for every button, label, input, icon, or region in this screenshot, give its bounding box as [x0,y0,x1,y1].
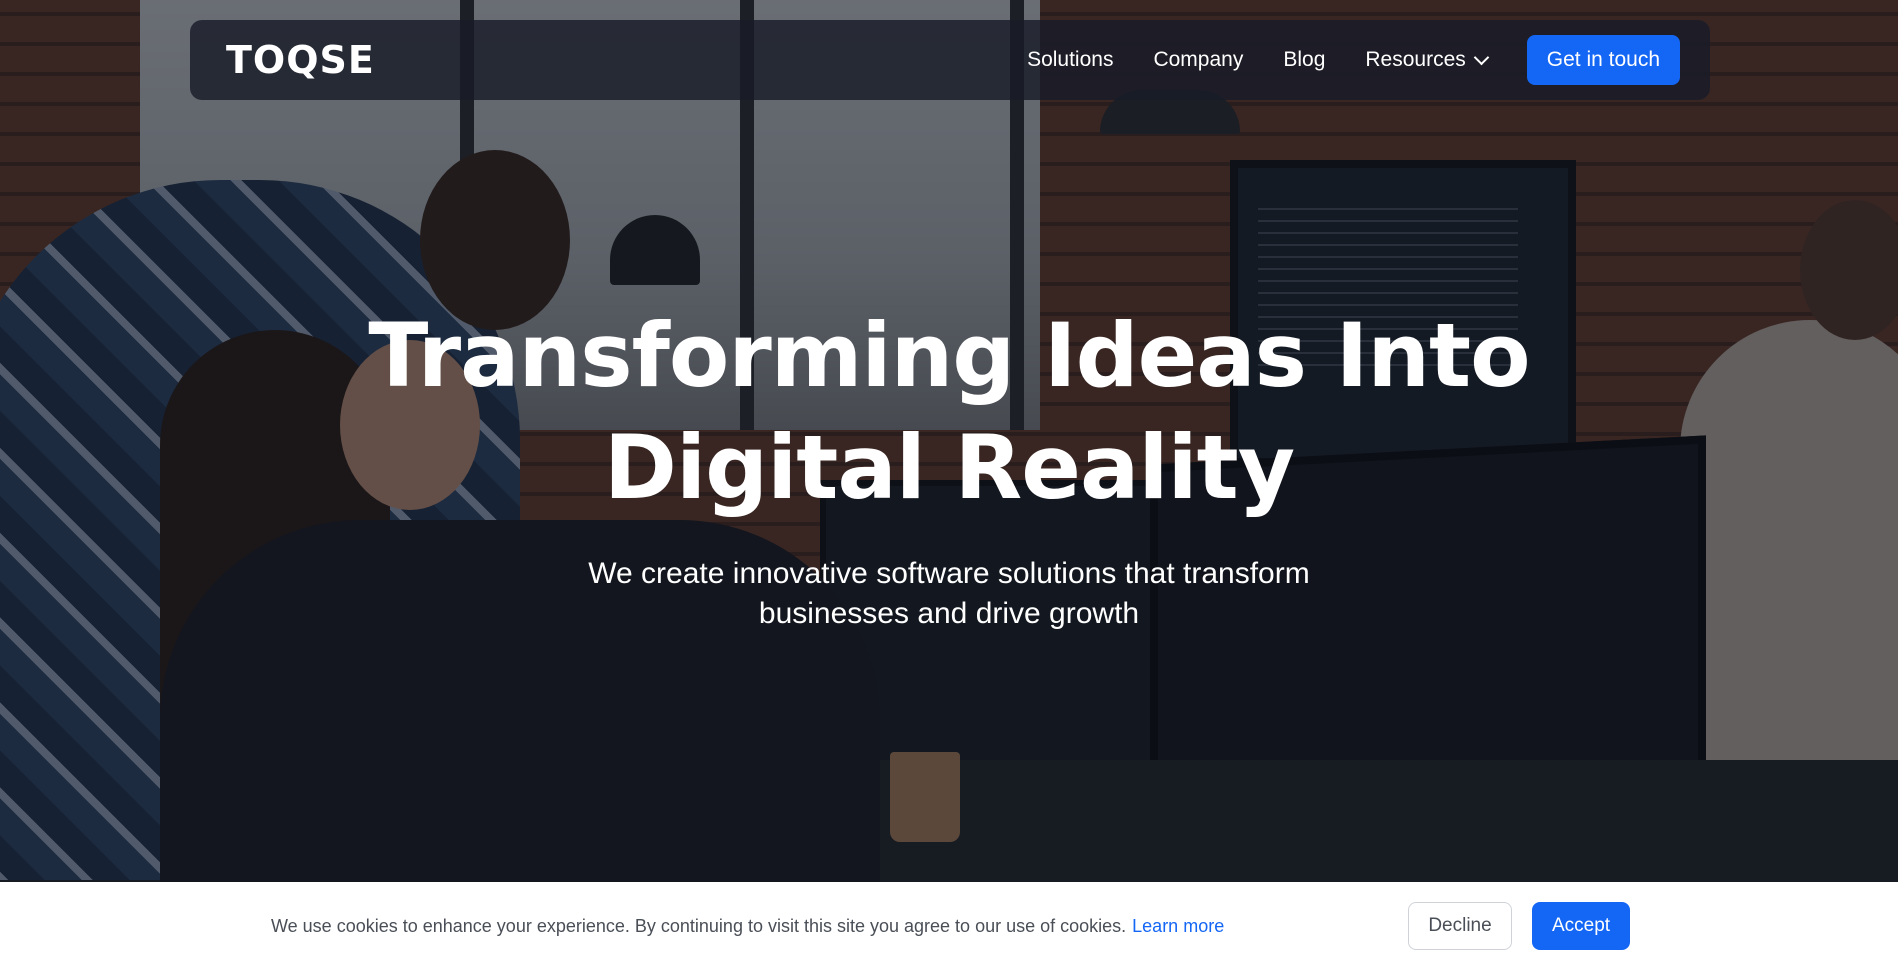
learn-more-link[interactable]: Learn more [1132,916,1224,936]
top-navbar: TOQSE Solutions Company Blog Resources G… [190,20,1710,100]
nav-item-label: Resources [1365,48,1466,71]
nav-item-solutions[interactable]: Solutions [1027,48,1113,72]
cookie-message-text: We use cookies to enhance your experienc… [271,915,1127,936]
brand-logo[interactable]: TOQSE [226,38,375,82]
nav-item-blog[interactable]: Blog [1283,48,1325,72]
chevron-down-icon [1473,49,1490,65]
hero-headline: Transforming Ideas Into Digital Reality [0,300,1898,524]
cookie-message: We use cookies to enhance your experienc… [271,916,1224,937]
nav-item-label: Blog [1283,48,1326,71]
hero-content: Transforming Ideas Into Digital Reality … [0,300,1898,634]
nav-links: Solutions Company Blog Resources Get in … [1027,35,1680,85]
cookie-banner: We use cookies to enhance your experienc… [0,882,1898,970]
hero-section: TOQSE Solutions Company Blog Resources G… [0,0,1898,882]
nav-item-company[interactable]: Company [1153,48,1243,72]
decline-button[interactable]: Decline [1408,902,1512,950]
accept-button[interactable]: Accept [1532,902,1630,950]
hero-subheadline: We create innovative software solutions … [549,554,1349,634]
nav-item-label: Solutions [1027,48,1114,71]
subline-line: We create innovative software solutions … [588,557,1310,590]
headline-line: Digital Reality [603,416,1295,519]
headline-line: Transforming Ideas Into [368,304,1530,407]
get-in-touch-button[interactable]: Get in touch [1526,35,1680,85]
nav-item-label: Company [1153,48,1244,71]
cookie-actions: Decline Accept [1408,902,1630,950]
nav-item-resources[interactable]: Resources [1365,48,1490,72]
subline-line: businesses and drive growth [758,597,1140,630]
